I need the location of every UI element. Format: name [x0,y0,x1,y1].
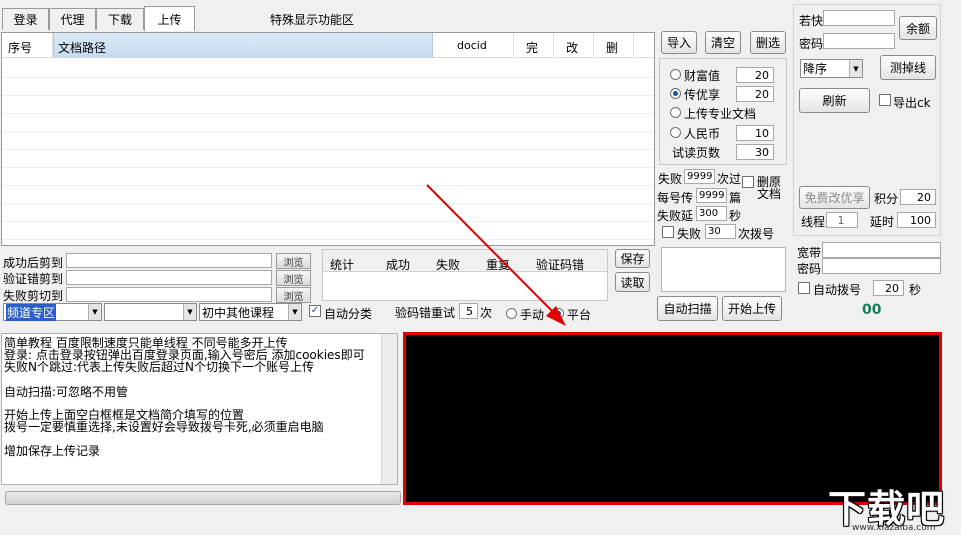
watermark-logo: 下载吧 www.xiazaiba.com [822,478,961,535]
watermark-url: www.xiazaiba.com [852,523,936,533]
annotation-arrow [426,184,566,326]
